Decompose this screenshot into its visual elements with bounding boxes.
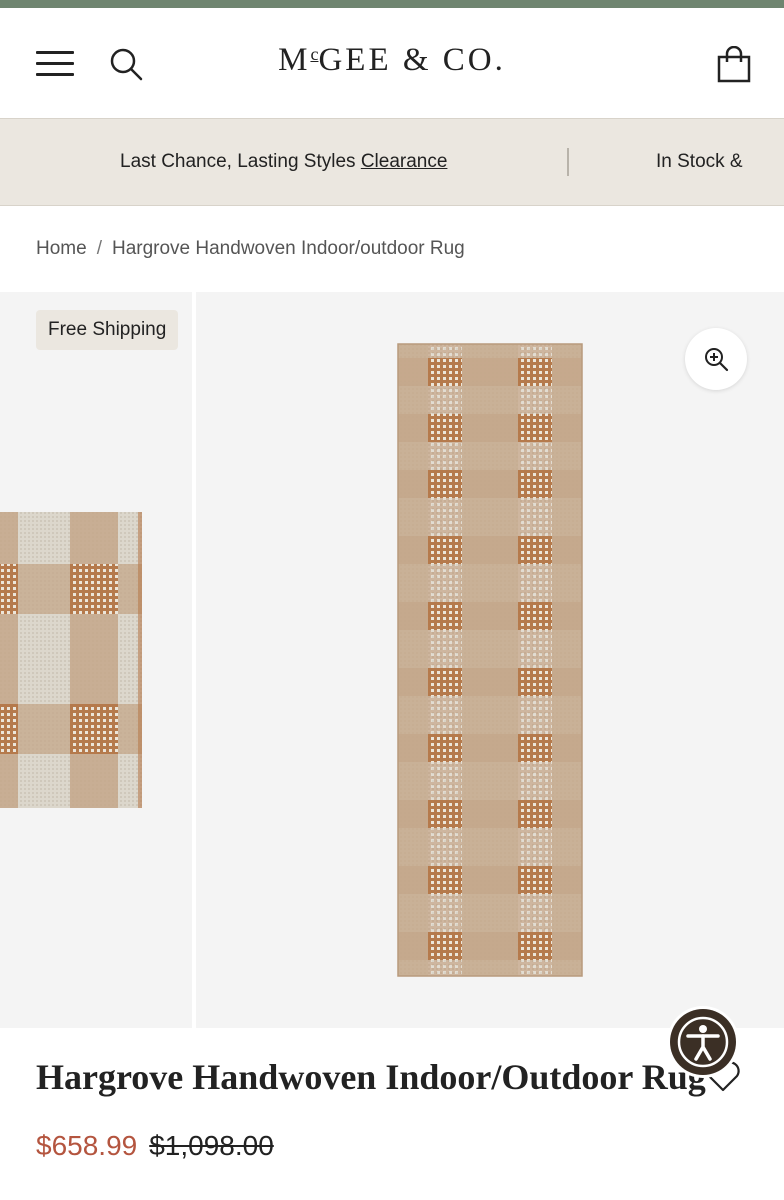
brand-logo[interactable]: McGEE & CO. bbox=[0, 42, 784, 79]
rug-runner-image bbox=[397, 343, 583, 977]
breadcrumb-home-link[interactable]: Home bbox=[36, 238, 87, 259]
gallery-main-image[interactable] bbox=[196, 292, 784, 1028]
breadcrumb: Home / Hargrove Handwoven Indoor/outdoor R… bbox=[36, 238, 465, 260]
promo-banner: Last Chance, Lasting Styles Clearance In… bbox=[0, 118, 784, 206]
accessibility-button[interactable] bbox=[667, 1006, 739, 1078]
rug-image-partial bbox=[0, 512, 142, 808]
site-header: McGEE & CO. bbox=[0, 8, 784, 118]
promo-divider bbox=[567, 148, 569, 176]
sale-price: $658.99 bbox=[36, 1130, 138, 1161]
accessibility-icon bbox=[677, 1016, 729, 1068]
clearance-link[interactable]: Clearance bbox=[361, 151, 448, 172]
breadcrumb-current: Hargrove Handwoven Indoor/outdoor Rug bbox=[111, 238, 465, 259]
free-shipping-badge: Free Shipping bbox=[36, 310, 179, 350]
promo-message-next: In Stock & bbox=[656, 151, 743, 172]
zoom-in-icon bbox=[705, 348, 729, 372]
shopping-bag-icon[interactable] bbox=[716, 45, 752, 84]
gallery-previous-image[interactable] bbox=[0, 292, 192, 1028]
promo-message: Last Chance, Lasting Styles Clearance bbox=[120, 151, 448, 172]
breadcrumb-separator: / bbox=[96, 238, 102, 259]
price-row: $658.99 $1,098.00 bbox=[36, 1130, 274, 1162]
zoom-button[interactable] bbox=[685, 328, 747, 390]
original-price: $1,098.00 bbox=[149, 1130, 274, 1161]
top-accent-strip bbox=[0, 0, 784, 8]
product-title: Hargrove Handwoven Indoor/Outdoor Rug bbox=[36, 1057, 706, 1097]
